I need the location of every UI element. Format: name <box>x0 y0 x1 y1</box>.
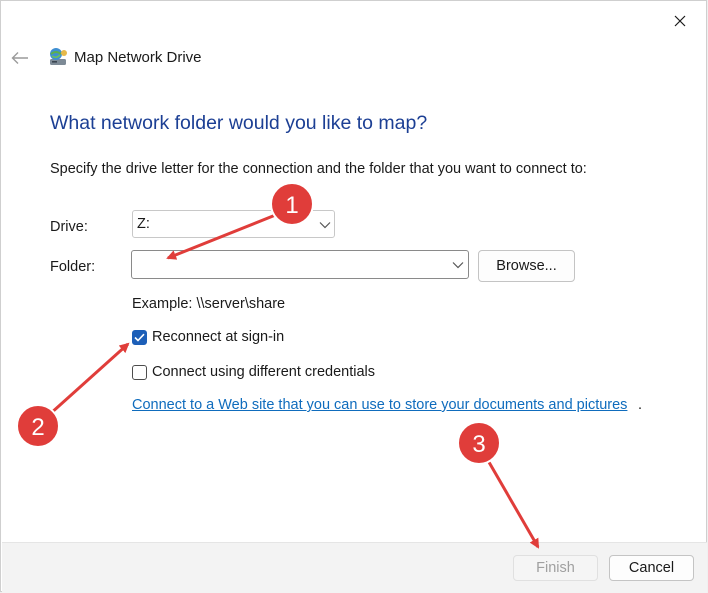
browse-button[interactable]: Browse... <box>478 250 575 282</box>
credentials-checkbox[interactable] <box>132 364 147 380</box>
folder-label: Folder: <box>50 259 96 275</box>
chevron-down-icon <box>319 222 331 229</box>
drive-select[interactable]: Z: <box>132 210 335 238</box>
drive-value: Z: <box>137 216 150 232</box>
finish-button[interactable]: Finish <box>513 555 598 581</box>
close-icon <box>674 15 686 27</box>
network-drive-icon <box>50 48 67 65</box>
folder-input[interactable] <box>134 253 438 277</box>
back-arrow-icon <box>11 52 28 64</box>
checkmark-icon <box>134 333 145 342</box>
link-period: . <box>638 397 643 413</box>
map-network-drive-dialog: Map Network Drive What network folder wo… <box>0 0 707 593</box>
reconnect-checkbox[interactable] <box>132 329 147 345</box>
window-title: Map Network Drive <box>74 49 202 66</box>
reconnect-option[interactable]: Reconnect at sign-in <box>132 329 284 345</box>
back-button[interactable] <box>7 45 33 71</box>
instruction-text: Specify the drive letter for the connect… <box>50 161 587 177</box>
web-site-link[interactable]: Connect to a Web site that you can use t… <box>132 397 627 413</box>
chevron-down-icon[interactable] <box>452 261 464 269</box>
reconnect-label: Reconnect at sign-in <box>152 329 285 345</box>
close-button[interactable] <box>664 7 696 35</box>
drive-label: Drive: <box>50 219 88 235</box>
credentials-label: Connect using different credentials <box>152 364 376 380</box>
folder-combobox[interactable] <box>131 250 469 279</box>
cancel-button[interactable]: Cancel <box>609 555 694 581</box>
example-text: Example: \\server\share <box>132 296 286 312</box>
page-heading: What network folder would you like to ma… <box>50 112 428 134</box>
credentials-option[interactable]: Connect using different credentials <box>132 364 375 380</box>
dialog-footer <box>2 542 707 593</box>
